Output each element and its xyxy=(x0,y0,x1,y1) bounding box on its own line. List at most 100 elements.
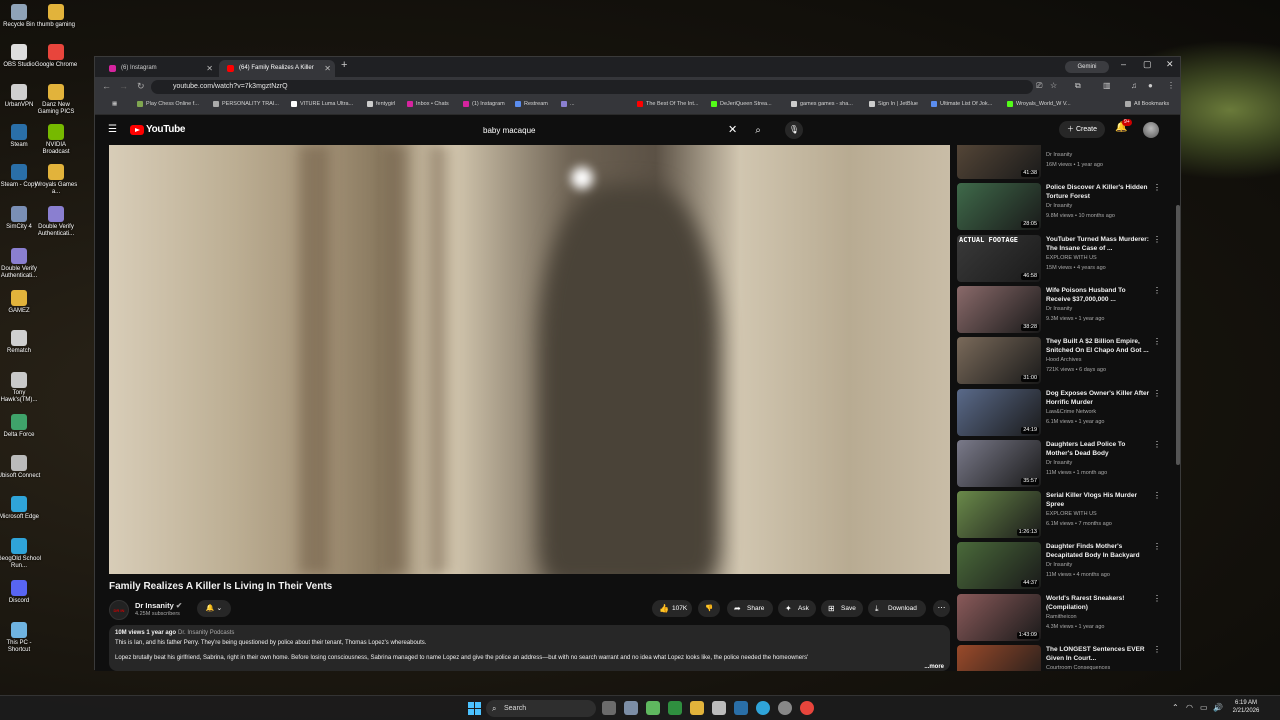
bookmark-item[interactable]: fentygirl xyxy=(367,101,395,107)
video-thumbnail[interactable]: 1:43:09 xyxy=(957,593,1041,641)
windows-start-icon[interactable] xyxy=(468,702,481,715)
video-thumbnail[interactable]: 38:28 xyxy=(957,285,1041,333)
video-title[interactable]: Dog Exposes Owner's Killer After Horrifi… xyxy=(1046,389,1151,407)
description-box[interactable]: 10M views 1 year ago Dr. Insanity Podcast… xyxy=(109,625,950,671)
video-title[interactable]: Serial Killer Vlogs His Murder Spree xyxy=(1046,491,1151,509)
desktop-icon[interactable]: Double Verify Authenticati... xyxy=(33,206,79,238)
video-thumbnail[interactable]: 35:57 xyxy=(957,439,1041,487)
video-title[interactable]: Police Discover A Killer's Hidden Tortur… xyxy=(1046,183,1151,201)
desktop-icon[interactable]: This PC - Shortcut xyxy=(0,622,42,654)
menu-dots-icon[interactable]: ⋮ xyxy=(1167,81,1175,90)
youtube-logo-icon[interactable] xyxy=(130,125,144,135)
desktop-icon[interactable]: Tony Hawk's(TM)... xyxy=(0,372,42,404)
more-options-icon[interactable]: ⋮ xyxy=(1153,542,1161,551)
desktop-icon[interactable]: Google Chrome xyxy=(33,44,79,69)
tray-chevron-icon[interactable]: ⌃ xyxy=(1172,703,1179,712)
settings-icon[interactable] xyxy=(624,701,638,715)
recommended-video[interactable]: 1:26:13 Serial Killer Vlogs His Murder Sp… xyxy=(957,491,1177,541)
video-thumbnail[interactable]: ACTUAL FOOTAGE 46:58 xyxy=(957,234,1041,282)
recommended-video[interactable]: 35:57 Daughters Lead Police To Mother's D… xyxy=(957,439,1177,490)
bookmark-item[interactable]: Restream xyxy=(515,101,548,107)
back-arrow-icon[interactable]: ← xyxy=(102,81,111,91)
task-view-icon[interactable] xyxy=(602,701,616,715)
desktop-icon[interactable]: thumb gaming xyxy=(33,4,79,29)
bookmark-star-icon[interactable]: ☆ xyxy=(1050,81,1057,90)
file-explorer-icon[interactable] xyxy=(690,701,704,715)
store-icon[interactable] xyxy=(712,701,726,715)
desktop-icon[interactable]: Double Verify Authenticati... xyxy=(0,248,42,280)
media-app-icon[interactable] xyxy=(668,701,682,715)
video-title[interactable]: World's Rarest Sneakers! (Compilation) xyxy=(1046,594,1151,612)
bookmark-item[interactable]: Wroyals_World_W V... xyxy=(1007,101,1071,107)
save-button[interactable]: ⊞ Save xyxy=(821,600,863,617)
taskbar-clock[interactable]: 6:19 AM 2/21/2026 xyxy=(1226,699,1266,715)
extensions-icon[interactable]: ⧉ xyxy=(1075,81,1081,91)
like-button[interactable]: 👍 107K xyxy=(652,600,692,617)
clear-search-icon[interactable]: ✕ xyxy=(728,123,737,136)
ask-button[interactable]: ✦ Ask xyxy=(778,600,816,617)
video-title[interactable]: The LONGEST Sentences EVER Given In Cour… xyxy=(1046,645,1151,663)
video-player[interactable] xyxy=(109,145,950,574)
video-title[interactable]: YouTuber Turned Mass Murderer: The Insan… xyxy=(1046,235,1151,253)
taskbar-search[interactable]: ⌕ Search xyxy=(486,700,596,717)
menu-icon[interactable]: ☰ xyxy=(108,124,117,135)
edge-icon[interactable] xyxy=(756,701,770,715)
desktop-icon[interactable]: Ubisoft Connect xyxy=(0,455,42,480)
search-icon[interactable]: ⌕ xyxy=(747,122,769,139)
gemini-button[interactable]: Gemini xyxy=(1065,61,1109,73)
bookmark-item[interactable]: games games - sha... xyxy=(791,101,853,107)
more-options-icon[interactable]: ⋮ xyxy=(1153,337,1161,346)
more-options-icon[interactable]: ⋮ xyxy=(1153,645,1161,654)
bookmark-item[interactable]: Inbox • Chats xyxy=(407,101,449,107)
recommended-video[interactable]: 38:28 Wife Poisons Husband To Receive $37… xyxy=(957,285,1177,336)
cast-icon[interactable]: ⎚ xyxy=(1036,81,1042,91)
reload-icon[interactable]: ↻ xyxy=(137,81,145,92)
subscribed-bell-button[interactable]: 🔔 ⌄ xyxy=(197,600,231,617)
desktop-icon[interactable]: Discord xyxy=(0,580,42,605)
close-icon[interactable]: ✕ xyxy=(206,60,213,77)
more-options-icon[interactable]: ⋮ xyxy=(1153,440,1161,449)
profile-icon[interactable]: ● xyxy=(1148,81,1153,90)
all-bookmarks[interactable]: All Bookmarks xyxy=(1125,101,1169,107)
desktop-icon[interactable]: GeogOld School Run... xyxy=(0,538,42,570)
more-options-icon[interactable]: ⋮ xyxy=(1153,235,1161,244)
chrome-icon[interactable] xyxy=(800,701,814,715)
video-title[interactable]: Wife Poisons Husband To Receive $37,000,… xyxy=(1046,286,1151,304)
video-thumbnail[interactable] xyxy=(957,645,1041,671)
tab-youtube[interactable]: (64) Family Realizes A Killer ✕ xyxy=(219,60,335,77)
sidepanel-icon[interactable]: ▥ xyxy=(1103,81,1111,90)
desktop-icon[interactable]: Danz New Gaming PICS xyxy=(33,84,79,116)
volume-icon[interactable]: 🔊 xyxy=(1213,703,1223,712)
bookmark-item[interactable]: VITURE Luma Ultra... xyxy=(291,101,353,107)
youtube-wordmark[interactable]: YouTube xyxy=(146,124,186,135)
channel-avatar[interactable]: DR IN xyxy=(109,600,129,620)
create-button[interactable]: ＋ Create xyxy=(1059,121,1105,138)
wifi-icon[interactable]: ◠ xyxy=(1186,703,1193,712)
tab-instagram[interactable]: (6) Instagram ✕ xyxy=(101,60,217,77)
address-bar[interactable]: youtube.com/watch?v=7k3mgztNzrQ xyxy=(151,80,1033,94)
recommended-video[interactable]: ACTUAL FOOTAGE 46:58 YouTuber Turned Mass … xyxy=(957,234,1177,285)
video-title[interactable]: Daughters Lead Police To Mother's Dead B… xyxy=(1046,440,1151,458)
more-actions-icon[interactable]: ⋯ xyxy=(933,600,950,617)
apps-grid-icon[interactable]: ▦ xyxy=(103,101,117,107)
play-app-icon[interactable] xyxy=(646,701,660,715)
maximize-icon[interactable]: ▢ xyxy=(1143,59,1152,70)
close-icon[interactable]: ✕ xyxy=(324,60,331,77)
more-options-icon[interactable]: ⋮ xyxy=(1153,389,1161,398)
display-icon[interactable]: ▭ xyxy=(1200,703,1208,712)
share-button[interactable]: ➦ Share xyxy=(727,600,773,617)
new-tab-button[interactable]: + xyxy=(341,59,347,71)
more-options-icon[interactable]: ⋮ xyxy=(1153,491,1161,500)
video-thumbnail[interactable]: 28:05 xyxy=(957,183,1041,231)
bookmark-item[interactable]: ... xyxy=(561,101,575,107)
dislike-button[interactable]: 👎 xyxy=(698,600,720,617)
recommended-video[interactable]: The LONGEST Sentences EVER Given In Cour… xyxy=(957,645,1177,671)
desktop-icon[interactable]: Wroyals Games a... xyxy=(33,164,79,196)
video-thumbnail[interactable]: 44:37 xyxy=(957,542,1041,590)
recommended-video[interactable]: 41:38Found Their Mother InsideDr Insanit… xyxy=(957,145,1177,182)
video-thumbnail[interactable]: 31:00 xyxy=(957,337,1041,385)
bookmark-item[interactable]: Play Chess Online f... xyxy=(137,101,199,107)
video-title[interactable]: They Built A $2 Billion Empire, Snitched… xyxy=(1046,337,1151,355)
scrollbar[interactable] xyxy=(1176,205,1180,465)
more-options-icon[interactable]: ⋮ xyxy=(1153,286,1161,295)
